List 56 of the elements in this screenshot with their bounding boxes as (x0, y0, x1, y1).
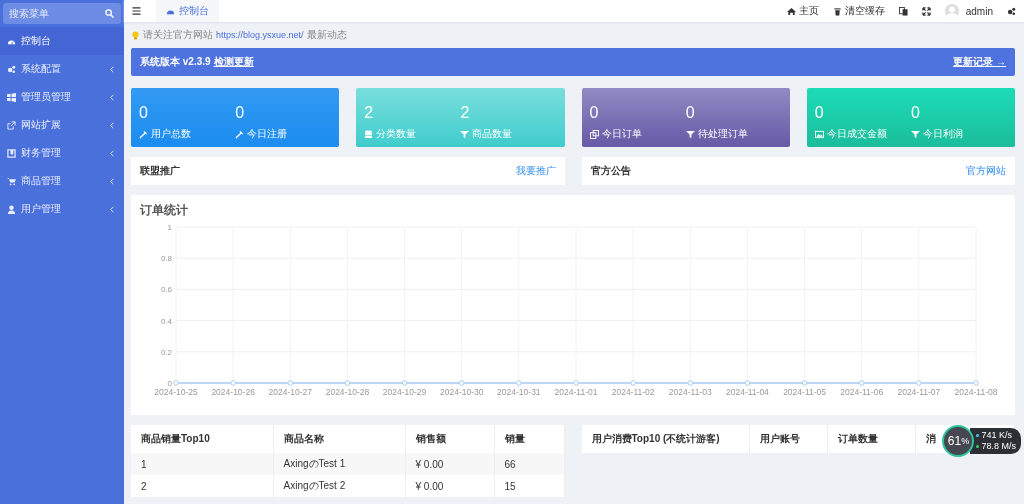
stat-label: 今日订单 (601, 127, 642, 141)
chart-title: 订单统计 (140, 202, 189, 219)
table-cell: ¥ 0.00 (405, 475, 494, 497)
stat-value: 0 (685, 104, 696, 122)
stat-label: 今日利润 (922, 127, 963, 141)
table-cell: 66 (494, 453, 564, 475)
table-cell: 1 (131, 453, 273, 475)
table-cell: 15 (494, 475, 564, 497)
stat-label: 今日注册 (247, 127, 288, 141)
stat-value: 0 (814, 104, 825, 122)
axis-label: 2024-11-06 (840, 387, 884, 397)
axis-label: 2024-11-07 (897, 387, 941, 397)
axis-label: 0.4 (160, 316, 172, 326)
stat-label: 待处理订单 (697, 127, 748, 141)
stat-value: 2 (460, 104, 471, 122)
axis-label: 2024-10-27 (268, 387, 313, 397)
axis-label: 0.8 (160, 254, 172, 264)
stat-label: 今日成交金额 (826, 127, 887, 141)
axis-label: 2024-10-31 (497, 387, 541, 397)
column-header: 用户账号 (749, 425, 828, 453)
column-header: 订单数量 (827, 425, 916, 453)
axis-label: 2024-11-05 (783, 387, 826, 397)
axis-label: 2024-10-25 (154, 387, 198, 397)
stat-value: 0 (139, 104, 149, 122)
notice-text: 最新动态 (306, 28, 347, 42)
axis-label: 2024-10-29 (382, 387, 427, 397)
download-speed: 78.8 M/s (981, 441, 1016, 452)
table-cell: AxingのTest 2 (273, 475, 405, 497)
stat-value: 0 (589, 104, 600, 122)
axis-label: 2024-10-30 (439, 387, 484, 397)
column-header: 用户消费Top10 (不统计游客) (581, 425, 750, 453)
card-title: 联盟推广 (140, 164, 180, 178)
axis-label: 2024-11-04 (726, 387, 769, 397)
axis-label: 1 (167, 223, 172, 232)
upload-speed: 741 K/s (981, 430, 1012, 441)
stat-value: 0 (910, 104, 921, 122)
axis-label: 2024-11-01 (554, 387, 598, 397)
table-cell: ¥ 0.00 (405, 453, 494, 475)
notice-text: 请关注官方网站 (143, 28, 213, 42)
stat-value: 0 (235, 104, 246, 122)
stat-label: 用户总数 (151, 127, 191, 141)
version-text: 系统版本 v2.3.9 (140, 55, 211, 69)
axis-label: 2024-10-28 (325, 387, 370, 397)
axis-label: 0.6 (160, 285, 172, 295)
axis-label: 2024-11-03 (668, 387, 712, 397)
axis-label: 0.2 (160, 347, 172, 357)
axis-label: 0 (167, 379, 172, 388)
axis-label: 2024-10-26 (211, 387, 255, 397)
table-cell: 2 (131, 475, 273, 497)
axis-label: 2024-11-08 (954, 387, 998, 397)
axis-label: 2024-11-02 (611, 387, 655, 397)
card-title: 官方公告 (590, 164, 631, 178)
stat-label: 商品数量 (472, 127, 513, 141)
stat-label: 分类数量 (376, 127, 417, 141)
table-cell: AxingのTest 1 (273, 453, 405, 475)
stat-value: 2 (364, 104, 375, 122)
